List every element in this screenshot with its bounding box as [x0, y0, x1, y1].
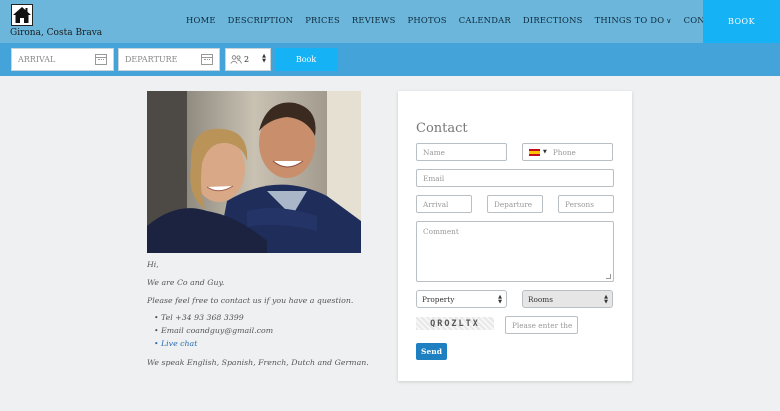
intro-line-2: Please feel free to contact us if you ha…: [147, 296, 354, 305]
rooms-select[interactable]: Rooms ▲ ▼: [522, 290, 613, 308]
live-chat-link[interactable]: Live chat: [154, 339, 273, 348]
captcha-input[interactable]: Please enter the: [505, 316, 578, 334]
booking-bar: ARRIVAL DEPARTURE 2 ▲ ▼ Book: [0, 43, 780, 76]
property-select[interactable]: Property ▲ ▼: [416, 290, 507, 308]
guests-value: 2: [244, 55, 250, 64]
intro-line-1: We are Co and Guy.: [147, 278, 225, 287]
greeting: Hi,: [147, 260, 159, 269]
rooms-select-value: Rooms: [528, 294, 553, 304]
departure-placeholder: DEPARTURE: [125, 55, 178, 64]
updown-arrows-icon: ▲ ▼: [604, 294, 608, 305]
calendar-icon: [95, 54, 107, 65]
contact-panel: Contact Name ▼ Phone Email Arrival Depar…: [398, 91, 632, 381]
home-logo-icon[interactable]: [11, 4, 33, 26]
hosts-photo: [147, 91, 361, 253]
caret-down-icon: ▼: [543, 149, 547, 155]
contact-title: Contact: [416, 121, 468, 136]
nav-calendar[interactable]: CALENDAR: [459, 15, 511, 25]
send-button[interactable]: Send: [416, 343, 447, 360]
people-icon: [230, 55, 242, 64]
nav-things-to-do-label: THINGS TO DO: [594, 15, 665, 25]
arrival-placeholder: ARRIVAL: [18, 55, 56, 64]
contact-email: Email coandguy@gmail.com: [154, 326, 273, 335]
book-button[interactable]: Book: [275, 48, 337, 71]
contact-list: Tel +34 93 368 3399 Email coandguy@gmail…: [154, 313, 273, 352]
chevron-down-icon: ∨: [666, 17, 672, 25]
persons-input[interactable]: Persons: [558, 195, 614, 213]
arrival-input[interactable]: Arrival: [416, 195, 472, 213]
resize-handle-icon[interactable]: [606, 274, 611, 279]
nav-description[interactable]: DESCRIPTION: [228, 15, 294, 25]
contact-phone: Tel +34 93 368 3399: [154, 313, 273, 322]
phone-placeholder: Phone: [552, 147, 576, 157]
captcha-image: QROZLTX: [416, 317, 494, 330]
guests-select[interactable]: 2 ▲ ▼: [225, 48, 271, 71]
nav-home[interactable]: HOME: [186, 15, 216, 25]
nav-things-to-do[interactable]: THINGS TO DO ∨: [595, 15, 672, 25]
site-name[interactable]: Girona, Costa Brava: [10, 28, 102, 38]
nav-prices[interactable]: PRICES: [305, 15, 340, 25]
comment-textarea[interactable]: Comment: [416, 221, 614, 282]
nav-directions[interactable]: DIRECTIONS: [523, 15, 583, 25]
header-book-button[interactable]: BOOK: [703, 0, 780, 43]
email-input[interactable]: Email: [416, 169, 614, 187]
updown-arrows-icon: ▲ ▼: [262, 53, 266, 64]
property-select-value: Property: [422, 294, 455, 304]
arrival-field[interactable]: ARRIVAL: [11, 48, 114, 71]
departure-field[interactable]: DEPARTURE: [118, 48, 220, 71]
top-header: Girona, Costa Brava HOME DESCRIPTION PRI…: [0, 0, 780, 43]
phone-input[interactable]: ▼ Phone: [522, 143, 613, 161]
comment-placeholder: Comment: [423, 227, 459, 236]
nav-photos[interactable]: PHOTOS: [408, 15, 447, 25]
spain-flag-icon: [529, 148, 540, 156]
main-nav: HOME DESCRIPTION PRICES REVIEWS PHOTOS C…: [186, 15, 767, 25]
languages-text: We speak English, Spanish, French, Dutch…: [147, 358, 369, 367]
nav-reviews[interactable]: REVIEWS: [352, 15, 396, 25]
updown-arrows-icon: ▲ ▼: [498, 294, 502, 305]
calendar-icon: [201, 54, 213, 65]
departure-input[interactable]: Departure: [487, 195, 543, 213]
name-input[interactable]: Name: [416, 143, 507, 161]
